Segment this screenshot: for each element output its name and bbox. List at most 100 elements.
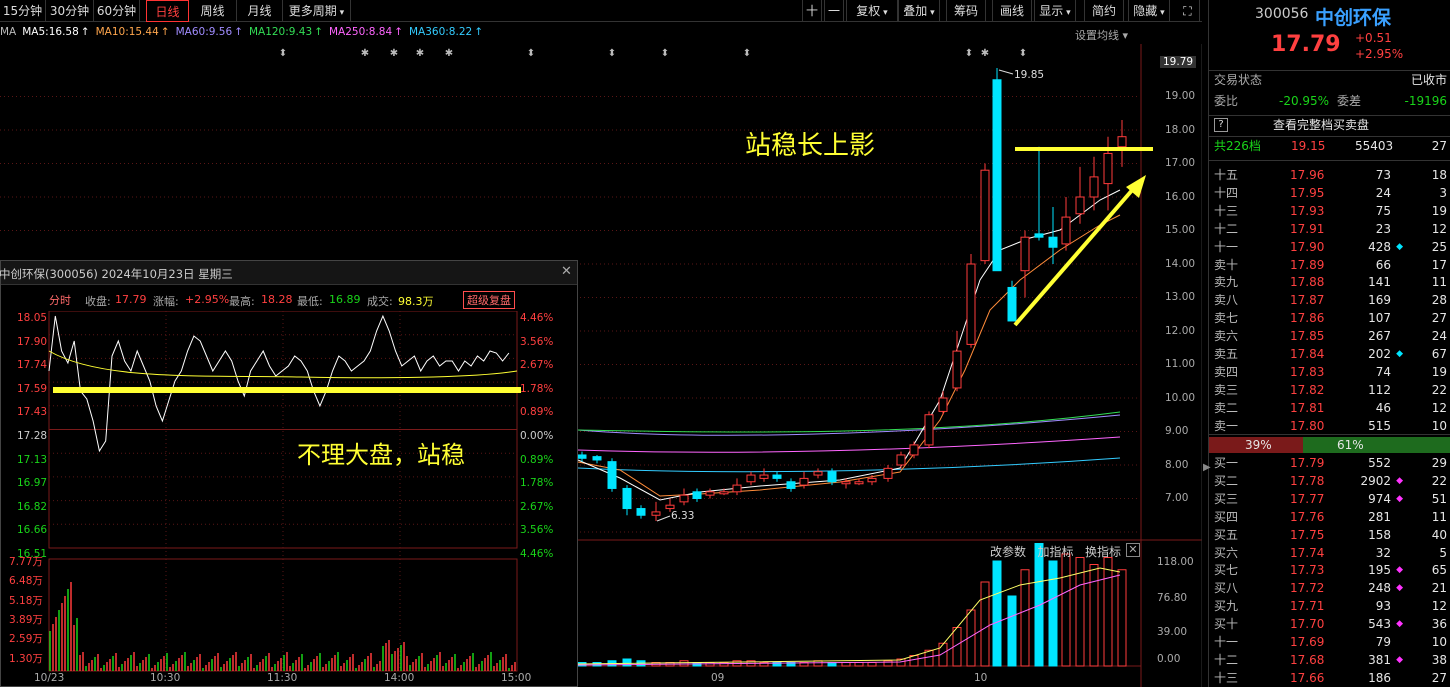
sell_orders-count: 22 <box>1431 382 1447 397</box>
close-label: 收盘: <box>85 295 111 308</box>
event-marker[interactable]: ✱ <box>361 48 369 59</box>
event-marker[interactable]: ⬍ <box>743 48 751 59</box>
toolbar-button-4[interactable]: 筹码 <box>946 0 986 22</box>
sell_orders-volume: 428 <box>1368 239 1391 254</box>
buy_orders-row[interactable]: 买二 17.78 2902 22 ◆ <box>1209 472 1450 490</box>
toolbar-button-8[interactable]: 隐藏 ▾ <box>1128 0 1170 22</box>
event-marker[interactable]: ✱ <box>416 48 424 59</box>
candle-body <box>1034 233 1044 238</box>
buy_orders-row[interactable]: 买十 17.70 543 36 ◆ <box>1209 615 1450 633</box>
event-marker[interactable]: ⬍ <box>965 48 973 59</box>
sell_orders-price: 17.88 <box>1290 275 1325 290</box>
buy_orders-row[interactable]: 买八 17.72 248 21 ◆ <box>1209 579 1450 597</box>
volume-bar <box>1048 560 1058 667</box>
sell_orders-row[interactable]: 卖十 17.89 66 17 <box>1209 256 1450 274</box>
full-book-row[interactable]: ? 查看完整档买卖盘 <box>1209 115 1450 133</box>
sell_orders-price: 17.85 <box>1290 329 1325 344</box>
event-marker[interactable]: ⬍ <box>661 48 669 59</box>
switch-indicator-button[interactable]: 换指标 <box>1085 545 1121 559</box>
period-tab-0[interactable]: 15分钟 <box>0 0 46 22</box>
intraday-pct-label: 3.56% <box>520 524 554 537</box>
buy_orders-row[interactable]: 买一 17.79 552 29 <box>1209 454 1450 472</box>
buy_orders-row[interactable]: 买七 17.73 195 65 ◆ <box>1209 561 1450 579</box>
event-marker[interactable]: ✱ <box>390 48 398 59</box>
large-order-icon: ◆ <box>1396 493 1403 504</box>
buy_orders-row[interactable]: 十二 17.68 381 38 ◆ <box>1209 651 1450 669</box>
sell_orders-row[interactable]: 卖六 17.85 267 24 <box>1209 327 1450 345</box>
event-marker[interactable]: ⬍ <box>527 48 535 59</box>
large-order-icon: ◆ <box>1396 241 1403 252</box>
sell_orders-row[interactable]: 卖五 17.84 202 67 ◆ <box>1209 345 1450 363</box>
large-order-icon: ◆ <box>1396 349 1403 359</box>
buy_orders-level-label: 买五 <box>1214 527 1239 542</box>
intraday-pct-label: 1.78% <box>520 382 554 395</box>
change-params-button[interactable]: 改参数 <box>990 545 1026 559</box>
sell_orders-row[interactable]: 卖三 17.82 112 22 <box>1209 381 1450 399</box>
up-arrow-icon: ↑ <box>314 26 323 38</box>
toolbar-button-7[interactable]: 简约 <box>1084 0 1124 22</box>
super-replay-button[interactable]: 超级复盘 <box>463 291 515 309</box>
sell_orders-row[interactable]: 卖二 17.81 46 12 <box>1209 399 1450 417</box>
sell_orders-row[interactable]: 卖九 17.88 141 11 <box>1209 273 1450 291</box>
period-tab-3[interactable]: 日线 <box>146 0 189 22</box>
sell_orders-row[interactable]: 十三 17.93 75 19 <box>1209 202 1450 220</box>
collapse-arrow-icon[interactable]: ▶ <box>1203 462 1211 473</box>
sell_orders-volume: 66 <box>1375 257 1391 272</box>
toolbar-button-label: 筹码 <box>953 4 978 18</box>
period-tab-4[interactable]: 周线 <box>189 0 237 22</box>
toolbar-button-0[interactable]: 十 <box>802 0 822 22</box>
candle-body <box>924 414 934 446</box>
toolbar-button-3[interactable]: 叠加 ▾ <box>898 0 940 22</box>
buy_orders-row[interactable]: 买六 17.74 32 5 <box>1209 544 1450 562</box>
sell_orders-row[interactable]: 卖七 17.86 107 27 <box>1209 309 1450 327</box>
ratio-sell-pct: 39% <box>1245 438 1272 452</box>
close-icon[interactable]: ✕ <box>1126 543 1140 557</box>
toolbar-button-1[interactable]: 一 <box>824 0 844 22</box>
buy_orders-row[interactable]: 买四 17.76 281 11 <box>1209 508 1450 526</box>
toolbar-button-label: 画线 <box>999 4 1024 18</box>
event-marker[interactable]: ✱ <box>981 48 989 59</box>
intraday-volume-label: 6.48万 <box>9 575 43 588</box>
sell_orders-row[interactable]: 十五 17.96 73 18 <box>1209 166 1450 184</box>
amp-value: +2.95% <box>185 293 230 306</box>
sell_orders-row[interactable]: 十一 17.90 428 25 ◆ <box>1209 238 1450 256</box>
period-tab-1[interactable]: 30分钟 <box>46 0 94 22</box>
event-marker[interactable]: ⬍ <box>279 48 287 59</box>
buy_orders-row[interactable]: 十三 17.66 186 27 <box>1209 669 1450 687</box>
ma-legend-item: MA5:16.58 <box>22 26 79 38</box>
sell_orders-row[interactable]: 卖四 17.83 74 19 <box>1209 363 1450 381</box>
sell_orders-row[interactable]: 十四 17.95 24 3 <box>1209 184 1450 202</box>
add-indicator-button[interactable]: 加指标 <box>1037 545 1073 559</box>
buy_orders-volume: 248 <box>1368 581 1391 596</box>
levels-summary-row: 共226档 19.15 55403 27 <box>1209 136 1450 154</box>
event-marker[interactable]: ✱ <box>445 48 453 59</box>
close-popup-icon[interactable]: ✕ <box>561 264 572 279</box>
toolbar-button-5[interactable]: 画线 <box>992 0 1032 22</box>
buy_orders-count: 11 <box>1431 509 1447 524</box>
sell_orders-price: 17.82 <box>1290 382 1325 397</box>
sell_orders-price: 17.86 <box>1290 311 1325 326</box>
sell_orders-row[interactable]: 卖一 17.80 515 10 <box>1209 417 1450 435</box>
buy_orders-count: 12 <box>1431 599 1447 614</box>
buy_orders-row[interactable]: 十一 17.69 79 10 <box>1209 633 1450 651</box>
sell_orders-row[interactable]: 十二 17.91 23 12 <box>1209 220 1450 238</box>
intraday-tab[interactable]: 分时 <box>49 292 71 308</box>
volume-bar <box>1089 564 1099 667</box>
toolbar-button-2[interactable]: 复权 ▾ <box>846 0 898 22</box>
sell_orders-count: 24 <box>1431 329 1447 344</box>
settings-ma-button[interactable]: 设置均线 ▾ <box>1075 27 1128 43</box>
fullscreen-icon[interactable]: ⛶ <box>1176 0 1200 22</box>
period-tab-2[interactable]: 60分钟 <box>94 0 140 22</box>
toolbar-button-6[interactable]: 显示 ▾ <box>1034 0 1076 22</box>
buy_orders-row[interactable]: 买九 17.71 93 12 <box>1209 597 1450 615</box>
period-tab-6[interactable]: 更多周期 ▾ <box>283 0 351 22</box>
event-marker[interactable]: ⬍ <box>1019 48 1027 59</box>
period-tab-5[interactable]: 月线 <box>237 0 283 22</box>
large-order-icon: ◆ <box>1396 619 1403 630</box>
buy_orders-row[interactable]: 买五 17.75 158 40 <box>1209 526 1450 544</box>
candle-body <box>592 456 602 461</box>
sell_orders-row[interactable]: 卖八 17.87 169 28 <box>1209 291 1450 309</box>
buy_orders-row[interactable]: 买三 17.77 974 51 ◆ <box>1209 490 1450 508</box>
full-book-link[interactable]: 查看完整档买卖盘 <box>1273 116 1369 134</box>
event-marker[interactable]: ⬍ <box>608 48 616 59</box>
